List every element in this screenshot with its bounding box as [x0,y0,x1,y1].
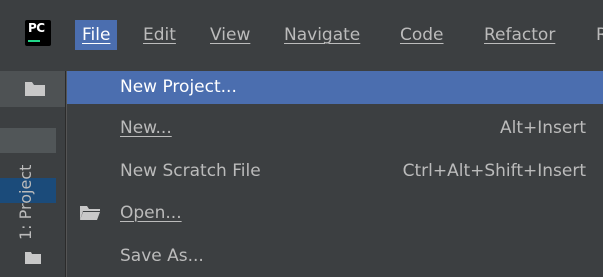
menu-refactor[interactable]: Refactor [477,20,562,50]
menu-item-new-project[interactable]: New Project... [67,71,603,104]
menu-item-label: New Project... [120,77,237,97]
menu-bar: PC File Edit View Navigate Code Refactor… [0,0,603,71]
menu-code[interactable]: Code [393,20,451,50]
menu-run-partial[interactable]: R [589,20,603,50]
menu-item-label: New Scratch File [120,161,261,181]
menu-item-shortcut: Ctrl+Alt+Shift+Insert [402,161,586,181]
menu-view[interactable]: View [203,20,257,50]
menu-edit[interactable]: Edit [136,20,183,50]
menu-item-label: Save As... [120,246,204,266]
folder-open-icon [80,206,100,220]
menu-item-label: Open... [120,203,182,223]
project-tool-tab[interactable]: 1: Project [16,165,35,240]
menu-file[interactable]: File [75,20,118,50]
menu-item-shortcut: Alt+Insert [499,118,586,138]
file-menu-dropdown: New Project... New... Alt+Insert New Scr… [66,71,603,277]
menu-item-new-scratch-file[interactable]: New Scratch File Ctrl+Alt+Shift+Insert [67,155,603,188]
tool-tab-highlight [0,128,56,153]
pycharm-logo-icon: PC [25,20,51,46]
menu-item-save-as[interactable]: Save As... [67,240,603,273]
folder-icon [25,252,41,264]
folder-icon [25,82,45,96]
project-tool-tab-label: 1: Project [16,164,35,240]
menu-item-label: New... [120,118,172,138]
logo-text: PC [28,21,45,35]
menu-item-open[interactable]: Open... [67,197,603,230]
menu-item-new[interactable]: New... Alt+Insert [67,112,603,145]
menu-navigate[interactable]: Navigate [277,20,367,50]
logo-bar [28,40,40,42]
